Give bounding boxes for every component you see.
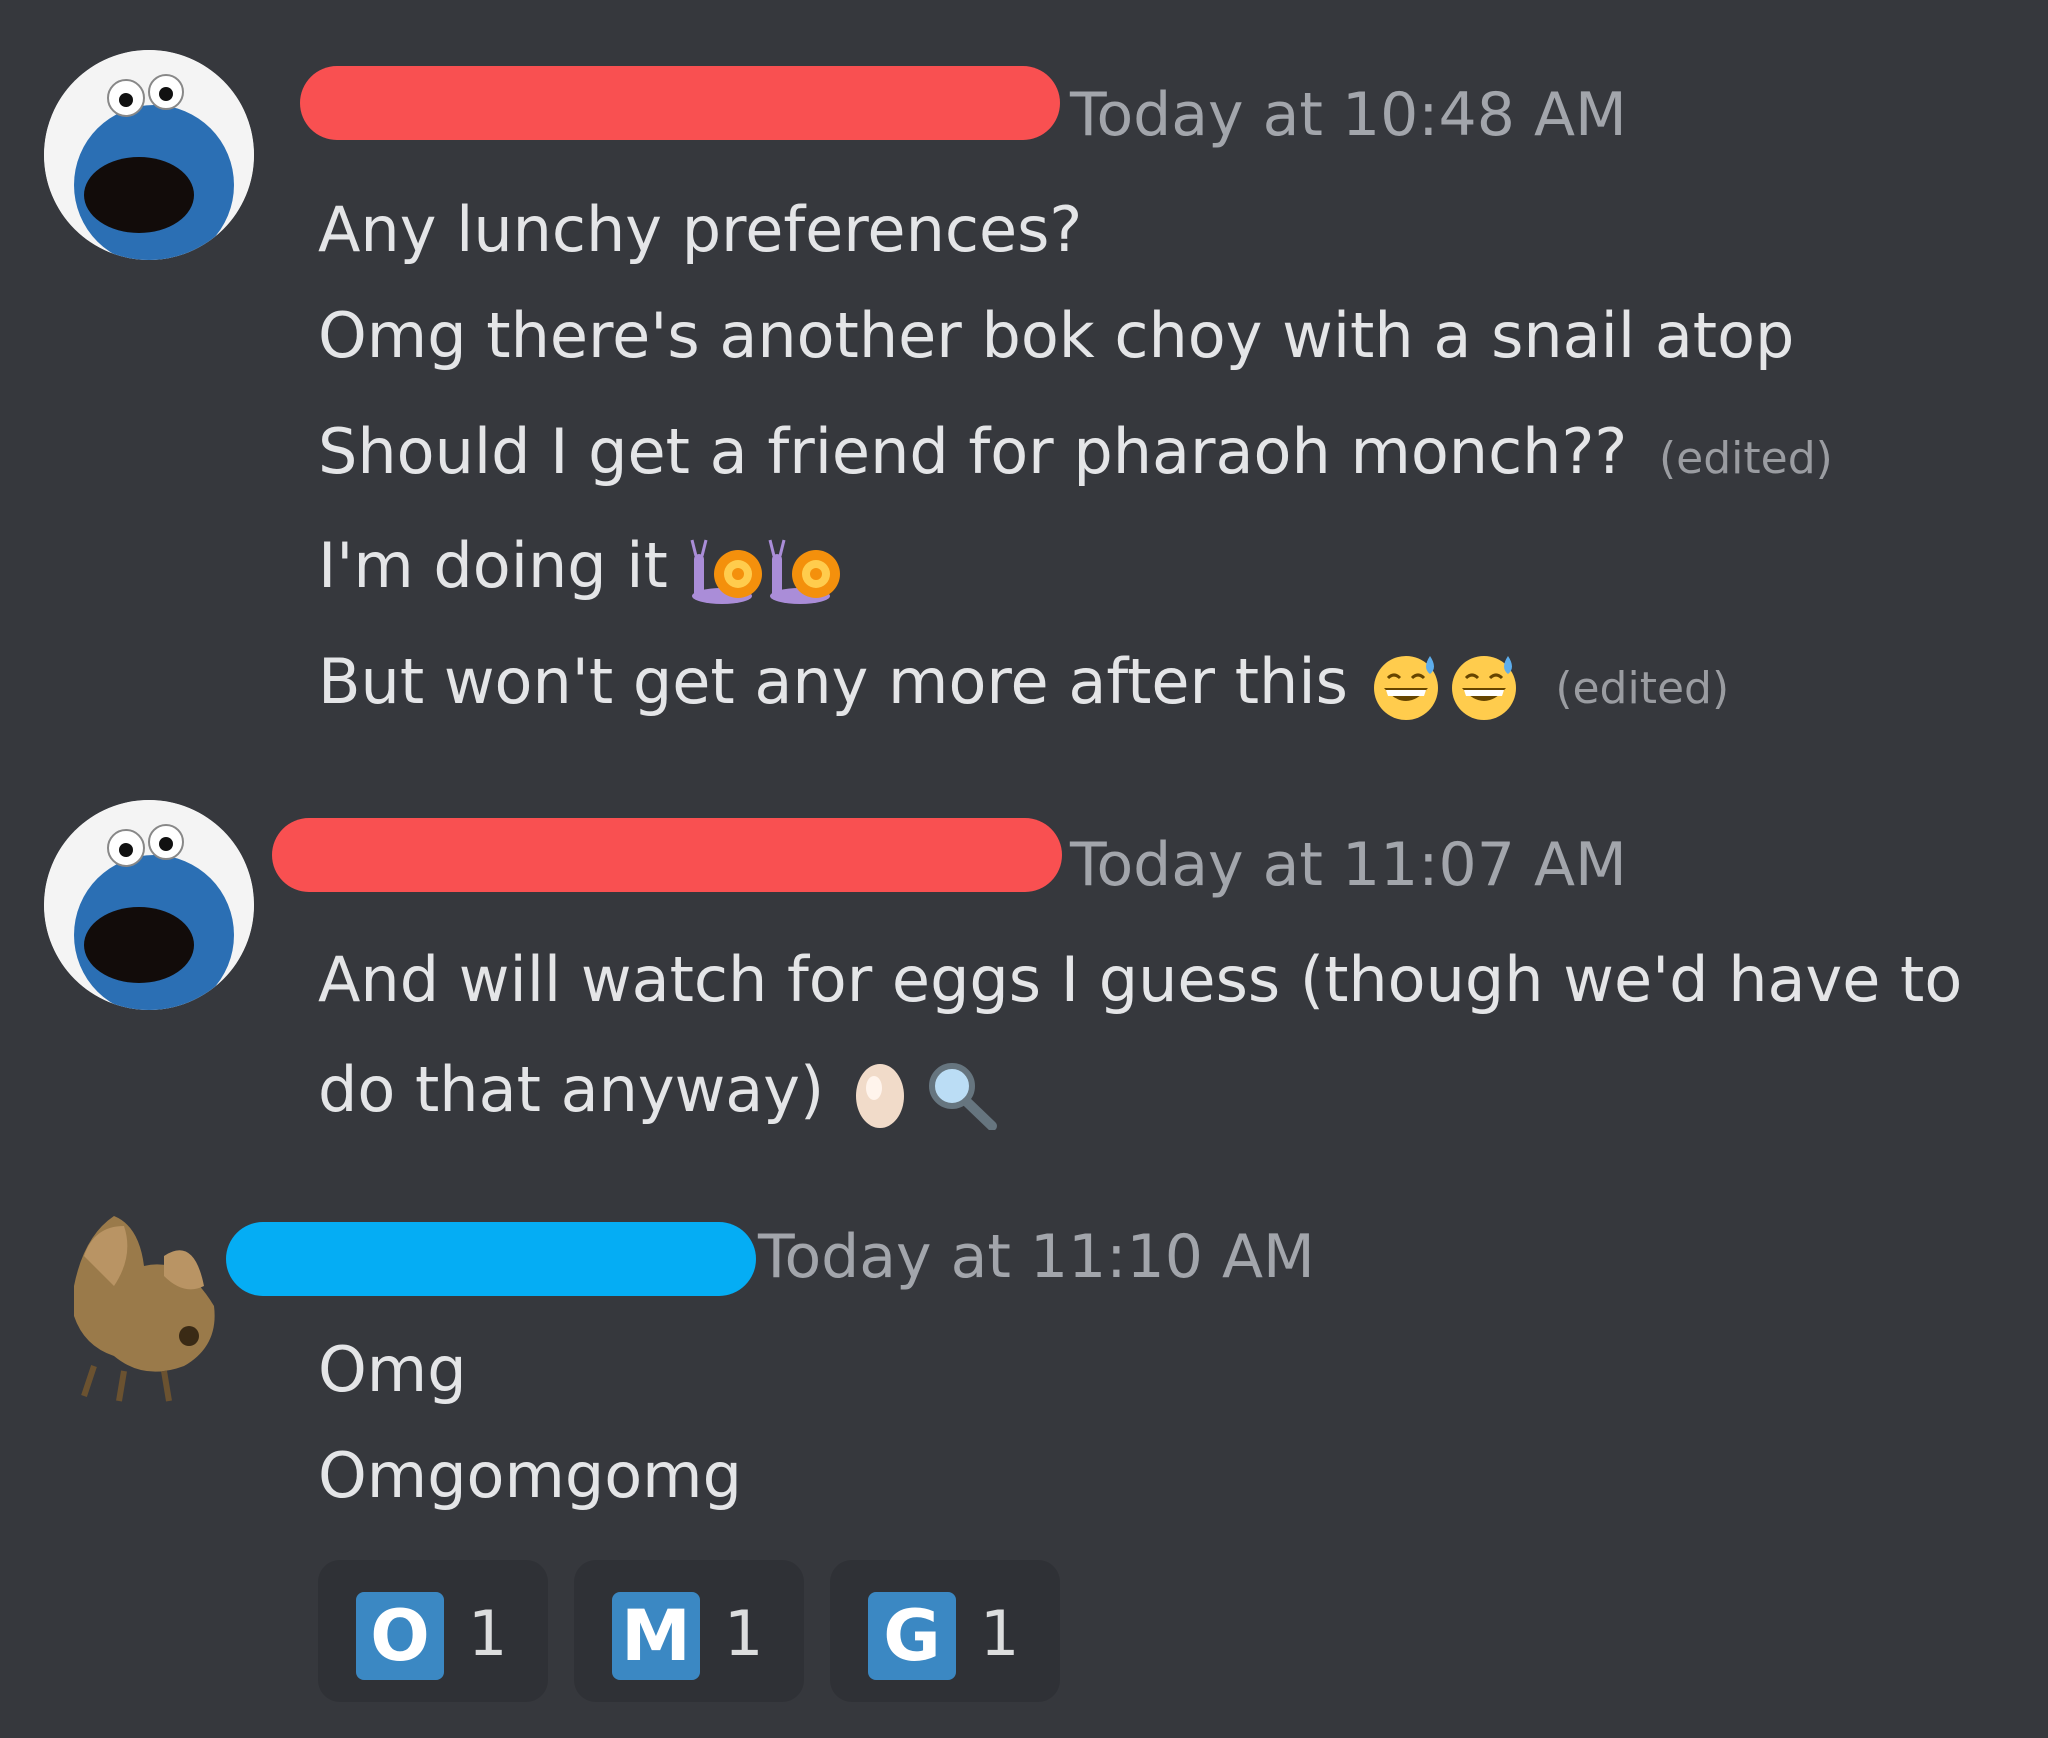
message-line: Should I get a friend for pharaoh monch?… bbox=[318, 412, 1833, 499]
message-line: And will watch for eggs I guess (though … bbox=[318, 940, 1962, 1020]
message-timestamp: Today at 10:48 AM bbox=[1070, 80, 1627, 150]
egg-emoji-icon[interactable] bbox=[844, 1058, 922, 1130]
message-text: Omgomgomg bbox=[318, 1439, 742, 1512]
grinning-sweat-emoji-icon[interactable] bbox=[1446, 650, 1524, 722]
message-text: Omg there's another bok choy with a snai… bbox=[318, 299, 1795, 372]
cookie-monster-icon bbox=[44, 800, 254, 1010]
reaction-count: 1 bbox=[980, 1597, 1020, 1670]
reaction-count: 1 bbox=[468, 1597, 508, 1670]
message-text: Any lunchy preferences? bbox=[318, 193, 1083, 266]
message-text: I'm doing it bbox=[318, 529, 668, 602]
message-text: But won't get any more after this bbox=[318, 645, 1348, 718]
author-name-redacted[interactable] bbox=[226, 1222, 756, 1296]
cookie-monster-icon bbox=[44, 50, 254, 260]
reaction-count: 1 bbox=[724, 1597, 764, 1670]
message-line: Omg bbox=[318, 1330, 467, 1410]
message-line: Omgomgomg bbox=[318, 1436, 742, 1516]
edited-label: (edited) bbox=[1555, 663, 1730, 714]
message-timestamp: Today at 11:07 AM bbox=[1070, 830, 1627, 900]
regional-indicator-g-icon: G bbox=[868, 1592, 956, 1680]
message-timestamp: Today at 11:10 AM bbox=[758, 1222, 1315, 1292]
message-line: I'm doing it bbox=[318, 526, 844, 606]
user-avatar[interactable] bbox=[44, 50, 254, 260]
message-line: do that anyway) bbox=[318, 1050, 1000, 1130]
user-avatar[interactable] bbox=[44, 800, 254, 1010]
message-text: do that anyway) bbox=[318, 1053, 825, 1126]
creature-icon bbox=[74, 1216, 215, 1402]
message-line: Any lunchy preferences? bbox=[318, 190, 1082, 270]
user-avatar[interactable] bbox=[44, 1196, 254, 1406]
magnifying-glass-emoji-icon[interactable] bbox=[922, 1058, 1000, 1130]
snail-emoji-icon[interactable] bbox=[766, 534, 844, 606]
edited-label: (edited) bbox=[1658, 433, 1833, 484]
author-name-redacted[interactable] bbox=[300, 66, 1060, 140]
regional-indicator-m-icon: M bbox=[612, 1592, 700, 1680]
reaction-g[interactable]: G 1 bbox=[830, 1560, 1060, 1702]
message-line: But won't get any more after this (edite… bbox=[318, 642, 1729, 729]
author-name-redacted[interactable] bbox=[272, 818, 1062, 892]
snail-emoji-icon[interactable] bbox=[688, 534, 766, 606]
message-text: Omg bbox=[318, 1333, 467, 1406]
reaction-o[interactable]: O 1 bbox=[318, 1560, 548, 1702]
reaction-m[interactable]: M 1 bbox=[574, 1560, 804, 1702]
message-text: And will watch for eggs I guess (though … bbox=[318, 943, 1963, 1016]
message-line: Omg there's another bok choy with a snai… bbox=[318, 296, 1794, 376]
grinning-sweat-emoji-icon[interactable] bbox=[1368, 650, 1446, 722]
message-text: Should I get a friend for pharaoh monch?… bbox=[318, 415, 1628, 488]
regional-indicator-o-icon: O bbox=[356, 1592, 444, 1680]
